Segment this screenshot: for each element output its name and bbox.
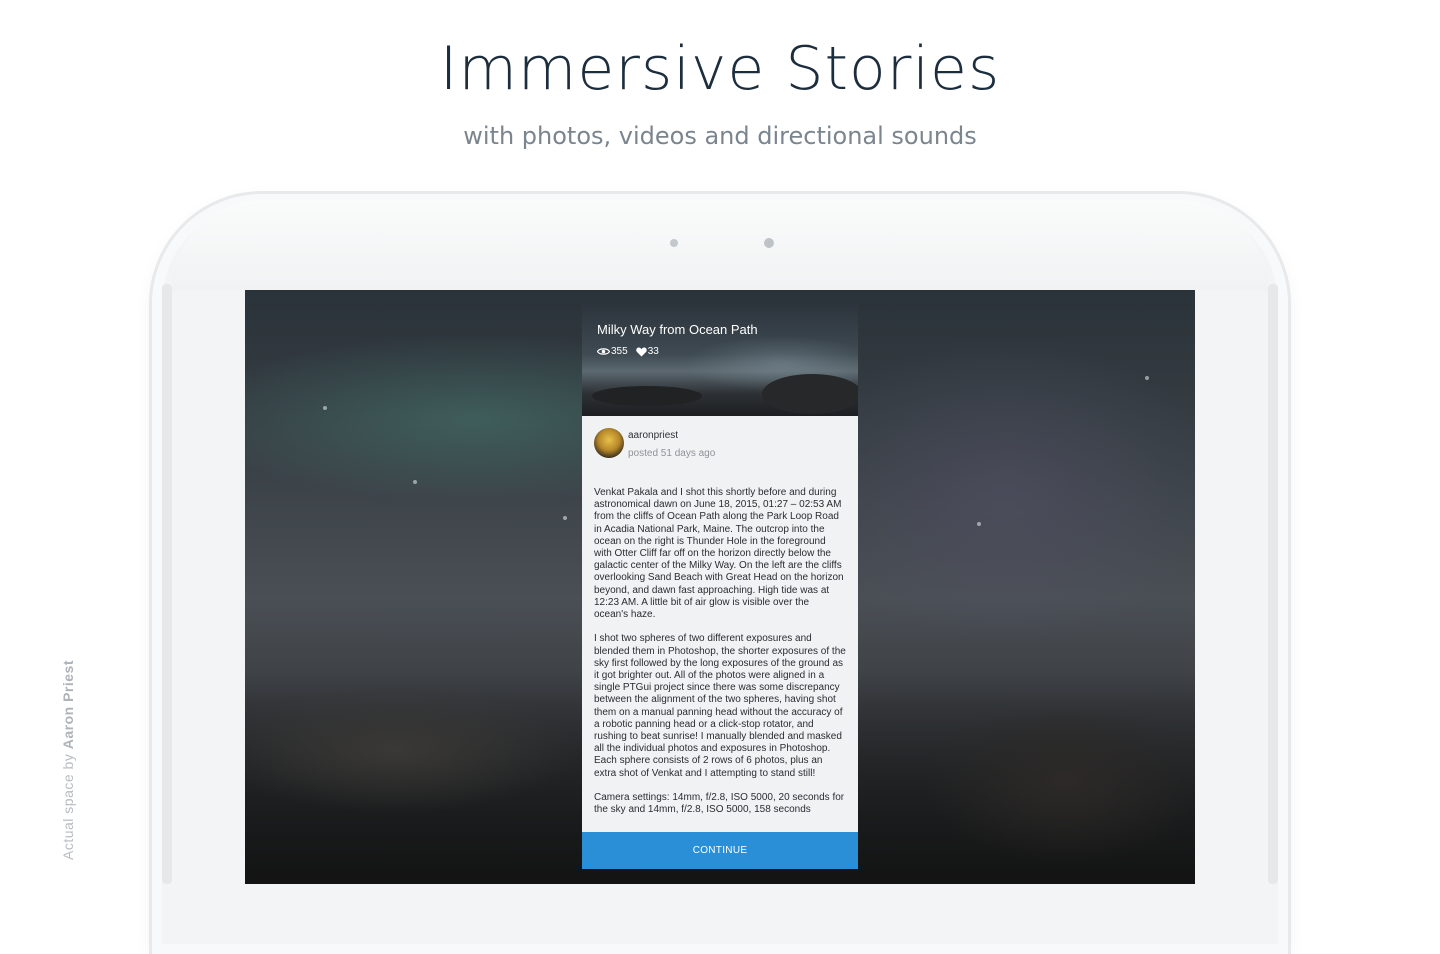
star — [563, 516, 567, 520]
posted-time: posted 51 days ago — [628, 448, 716, 459]
star — [413, 480, 417, 484]
story-title: Milky Way from Ocean Path — [597, 322, 758, 337]
views-count: 355 — [611, 346, 628, 357]
star — [977, 522, 981, 526]
tablet-side-edge-left — [162, 284, 172, 884]
story-stats: 355 33 — [597, 346, 659, 357]
tablet-side-edge-right — [1268, 284, 1278, 884]
credit-name: Aaron Priest — [60, 660, 76, 750]
story-description[interactable]: Venkat Pakala and I shot this shortly be… — [594, 487, 846, 831]
story-hero-image: Milky Way from Ocean Path 355 33 — [582, 304, 858, 416]
continue-button[interactable]: CONTINUE — [582, 832, 858, 869]
description-paragraph: Venkat Pakala and I shot this shortly be… — [594, 487, 844, 621]
star — [1145, 376, 1149, 380]
subheadline: with photos, videos and directional soun… — [463, 122, 977, 150]
views-stat: 355 — [597, 346, 628, 357]
description-paragraph: I shot two spheres of two different expo… — [594, 633, 846, 779]
story-card: Milky Way from Ocean Path 355 33 aaronpr… — [582, 304, 858, 869]
hero-rock — [592, 386, 702, 406]
credit-prefix: Actual space by — [60, 753, 76, 860]
photo-credit: Actual space by Aaron Priest — [60, 640, 76, 860]
star — [323, 406, 327, 410]
author-row[interactable]: aaronpriest posted 51 days ago — [594, 428, 844, 462]
likes-count: 33 — [647, 346, 659, 357]
likes-stat: 33 — [635, 346, 659, 357]
proximity-sensor — [670, 239, 678, 247]
hero-rock — [762, 374, 858, 414]
description-paragraph: Camera settings: 14mm, f/2.8, ISO 5000, … — [594, 792, 845, 816]
user-avatar[interactable] — [594, 428, 624, 458]
tablet-bezel-top — [172, 200, 1268, 290]
heart-icon — [635, 347, 647, 356]
front-camera — [764, 238, 774, 248]
eye-icon — [597, 348, 610, 355]
headline: Immersive Stories — [439, 34, 1001, 104]
author-name[interactable]: aaronpriest — [628, 430, 678, 441]
